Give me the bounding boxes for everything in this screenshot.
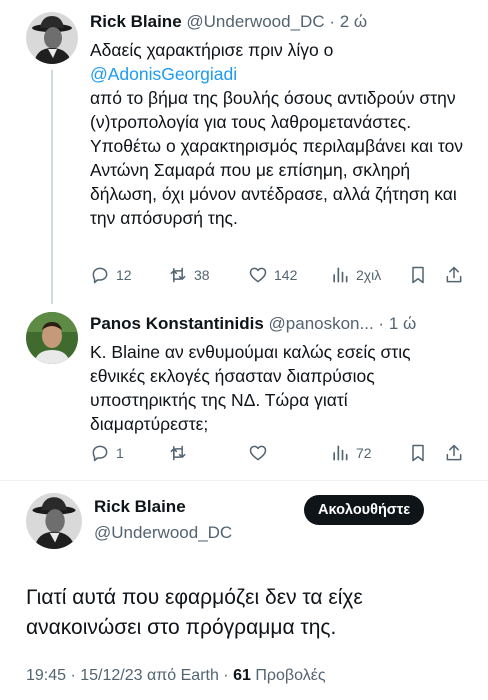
- views-count: 2χιλ: [356, 267, 382, 283]
- tweet-time[interactable]: 2 ώ: [340, 12, 367, 31]
- like-count: 142: [274, 267, 298, 283]
- views-icon: [333, 445, 348, 461]
- author-handle[interactable]: @Underwood_DC: [186, 12, 324, 31]
- tweet-text-before: Αδαείς χαρακτήρισε πριν λίγο ο: [90, 40, 334, 60]
- share-button[interactable]: [444, 442, 464, 464]
- author-name[interactable]: Panos Konstantinidis: [90, 314, 264, 333]
- separator-dot: ·: [329, 12, 336, 31]
- retweet-button[interactable]: [168, 442, 188, 464]
- tweet-1[interactable]: Rick Blaine @Underwood_DC · 2 ώ Αδαείς χ…: [0, 0, 488, 304]
- like-icon: [249, 267, 267, 283]
- tweet-text-after: από το βήμα της βουλής όσους αντιδρούν σ…: [90, 88, 464, 228]
- tweet-meta: 19:45 · 15/12/23 από Earth · 61 Προβολές: [26, 667, 326, 685]
- tweet-2[interactable]: Panos Konstantinidis @panoskon... · 1 ώ …: [0, 304, 488, 474]
- author-handle[interactable]: @Underwood_DC: [94, 523, 232, 543]
- reply-count: 12: [116, 267, 132, 283]
- share-icon: [446, 266, 462, 283]
- reply-icon: [92, 267, 108, 284]
- like-icon: [249, 445, 267, 461]
- retweet-icon: [170, 445, 186, 461]
- avatar-rick-blaine[interactable]: [26, 12, 78, 64]
- tweet-text: Κ. Blaine αν ενθυμούμαι καλώς εσείς στις…: [90, 342, 411, 434]
- views-button[interactable]: 2χιλ: [330, 264, 381, 286]
- bookmark-button[interactable]: [408, 264, 428, 286]
- views-button[interactable]: 72: [330, 442, 372, 464]
- separator-dot: ·: [378, 314, 385, 333]
- tweet-actions: 1 72: [90, 442, 470, 464]
- tweet-actions: 12 38 142 2χιλ: [90, 264, 470, 286]
- thread-line: [51, 70, 53, 304]
- tweet-header: Rick Blaine @Underwood_DC · 2 ώ: [90, 12, 470, 32]
- tweet-text: Γιατί αυτά που εφαρμόζει δεν τα είχε ανα…: [26, 586, 363, 639]
- bookmark-button[interactable]: [408, 442, 428, 464]
- retweet-button[interactable]: 38: [168, 264, 210, 286]
- views-icon: [333, 267, 348, 283]
- views-label: Προβολές: [255, 667, 326, 684]
- avatar-panos-konstantinidis[interactable]: [26, 312, 78, 364]
- share-button[interactable]: [444, 264, 464, 286]
- avatar-rick-blaine[interactable]: [26, 493, 82, 549]
- tweet-3-focused[interactable]: Rick Blaine @Underwood_DC Ακολουθήστε Γι…: [0, 481, 488, 700]
- bookmark-icon: [412, 444, 424, 462]
- like-button[interactable]: [248, 442, 268, 464]
- like-button[interactable]: 142: [248, 264, 297, 286]
- views-count: 61: [233, 667, 251, 684]
- retweet-icon: [170, 267, 186, 283]
- author-handle[interactable]: @panoskon...: [269, 314, 374, 333]
- reply-icon: [92, 445, 108, 462]
- share-icon: [446, 444, 462, 461]
- author-name[interactable]: Rick Blaine: [94, 497, 186, 517]
- retweet-count: 38: [194, 267, 210, 283]
- bookmark-icon: [412, 266, 424, 284]
- views-count: 72: [356, 445, 372, 461]
- reply-count: 1: [116, 445, 124, 461]
- reply-button[interactable]: 12: [90, 264, 132, 286]
- tweet-time[interactable]: 1 ώ: [389, 314, 416, 333]
- timestamp-source[interactable]: 19:45 · 15/12/23 από Earth ·: [26, 667, 229, 684]
- follow-button[interactable]: Ακολουθήστε: [304, 495, 425, 525]
- tweet-header: Panos Konstantinidis @panoskon... · 1 ώ: [90, 314, 470, 334]
- mention-link[interactable]: @AdonisGeorgiadi: [90, 64, 237, 84]
- reply-button[interactable]: 1: [90, 442, 124, 464]
- author-name[interactable]: Rick Blaine: [90, 12, 182, 31]
- tweet-text: Αδαείς χαρακτήρισε πριν λίγο ο @AdonisGe…: [90, 38, 470, 230]
